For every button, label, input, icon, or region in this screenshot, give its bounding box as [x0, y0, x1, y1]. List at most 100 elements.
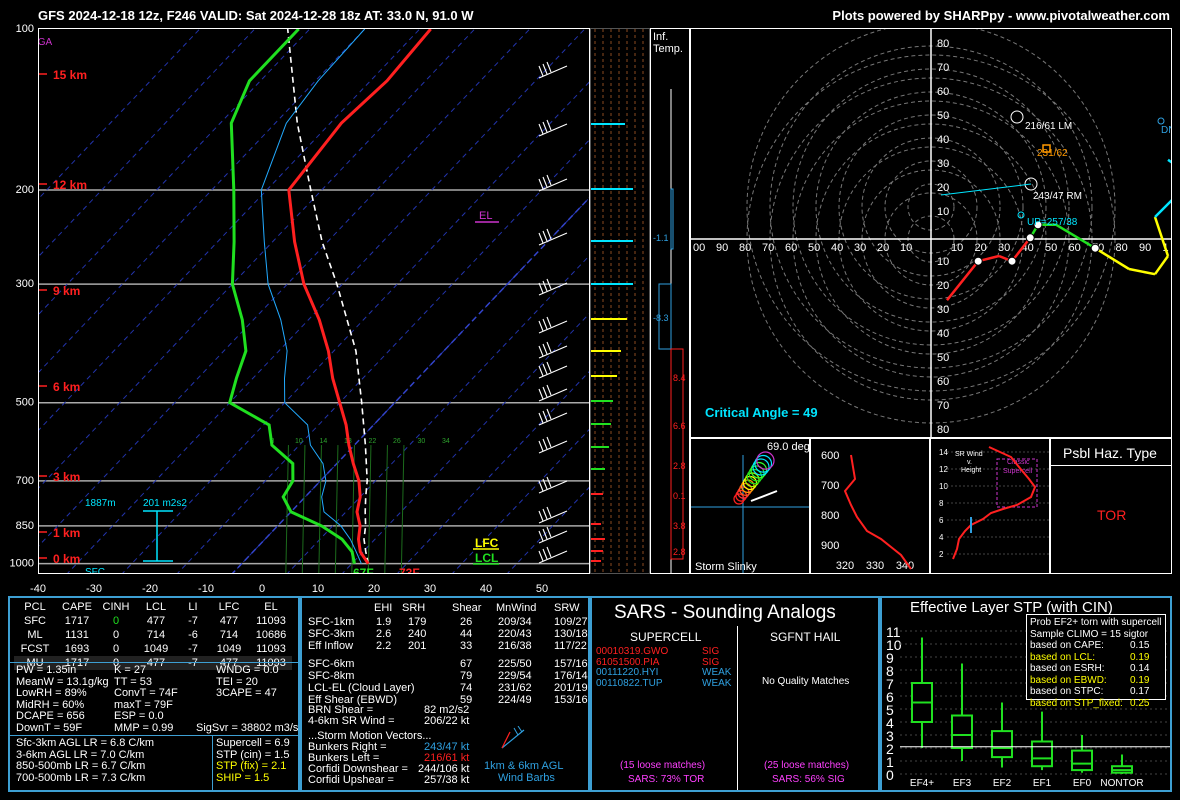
t-tick--40: -40	[30, 583, 46, 595]
hodo-rtick-1: 20	[975, 242, 987, 254]
hodo-segment	[1153, 255, 1170, 275]
sr46-value: 206/22 kt	[424, 715, 470, 727]
kin-cell: 117/22	[554, 640, 587, 652]
hodo-rtick-0: 10	[951, 242, 963, 254]
theta-trace	[843, 454, 912, 570]
hodo-mean-label: 231/62	[1037, 148, 1068, 159]
stp-legend-val: 0.17	[1130, 686, 1150, 697]
parcel-cell: -7	[188, 643, 198, 655]
kinematics-table: EHI SRH Shear MnWind SRW SFC-1km 1.9 179 26 209/3…	[302, 598, 588, 708]
kin-cell: 179	[408, 616, 427, 628]
parcel-header: CINH	[102, 601, 130, 613]
parcel-header: LCL	[145, 601, 167, 613]
stp-legend-title-1: Prob EF2+ torn with supercell	[1030, 617, 1162, 628]
inf-val-3: 6.6	[673, 421, 686, 431]
kin-row-label: Eff Inflow	[308, 640, 354, 652]
inf-val-2: 8.4	[673, 373, 686, 383]
p-tick-1000: 1000	[10, 558, 34, 570]
sars-hail-title: SGFNT HAIL	[770, 630, 841, 644]
stp-cat-0: EF4+	[910, 778, 934, 789]
theta-svg: 600700800900320 330 340	[821, 450, 914, 572]
sr-ytick-2: 2	[939, 550, 944, 559]
stp-legend-row: based on EBWD: 0.19	[1030, 675, 1162, 687]
kin-header: Shear	[452, 602, 482, 614]
hodo-btick-40: 40	[937, 328, 949, 340]
kin-cell: 74	[460, 682, 473, 694]
sars-match-type: SIG	[702, 646, 720, 657]
kin-cell: 209/34	[498, 616, 532, 628]
srwind-svg: 1412108642SR Windv.HeightClassicSupercel…	[939, 446, 1049, 560]
stp-legend-title-2: Sample CLIMO = 15 sigtor	[1030, 628, 1149, 640]
kin-cell: 224/49	[498, 694, 532, 706]
parcel-cell: -7	[188, 657, 198, 669]
comp-supercell: Supercell = 6.9	[216, 737, 290, 749]
sr-ytick-6: 6	[939, 516, 944, 525]
kin-row-label: SFC-1km	[308, 616, 355, 628]
parcel-cell: 10686	[255, 629, 287, 641]
stp-legend-row: based on ESRH: 0.14	[1030, 663, 1162, 675]
stp-iqr	[1071, 749, 1093, 772]
stp-ytick-11: 11	[886, 624, 901, 640]
parcel-cell: 1049	[216, 643, 242, 655]
stp-legend-key: based on CAPE:	[1030, 640, 1104, 651]
hodo-ytick-80: 80	[937, 38, 949, 50]
inf-val-6: 3.8	[673, 521, 686, 531]
theta-ytick-700: 700	[821, 480, 839, 492]
stp-cat-1: EF3	[953, 778, 972, 789]
kin-cell: 44	[460, 628, 473, 640]
kin-header: SRH	[402, 602, 426, 614]
theta-xtick-320: 320	[836, 560, 854, 572]
parcel-header: PCL	[24, 601, 46, 613]
stp-legend-val: 0.14	[1130, 663, 1150, 674]
hodo-lm-circle	[1010, 110, 1024, 124]
stp-legend-val: 0.25	[1130, 697, 1150, 709]
sr-supercell: Supercell	[1003, 468, 1033, 475]
hodo-ltick-7: 30	[854, 242, 866, 254]
stp-box-4	[1071, 735, 1093, 773]
stp-box-0	[911, 637, 933, 748]
hodo-km-marker	[1090, 243, 1100, 253]
sars-panel: SARS - Sounding Analogs SUPERCELL SGFNT …	[590, 596, 880, 792]
stp-legend-row: based on STPC: 0.17	[1030, 686, 1162, 698]
srwind-panel: 14 12 10 8 6 4 2 SR Wind v. Height Classic Supercel…	[930, 438, 1050, 574]
stp-legend-row: based on CAPE: 0.15	[1030, 640, 1162, 652]
idx-3cape: 3CAPE = 47	[216, 687, 277, 699]
stp-legend-val: 0.19	[1130, 651, 1150, 663]
idx-esp: ESP = 0.0	[114, 710, 164, 722]
t-tick-20: 20	[368, 583, 380, 595]
temp-label: Temp.	[653, 43, 683, 55]
kin-row-label: SFC-8km	[308, 670, 355, 682]
kin-cell: 240	[408, 628, 427, 640]
p-tick-850: 850	[16, 520, 34, 532]
hodo-ltick-5: 50	[808, 242, 820, 254]
lapse-0: Sfc-3km AGL LR = 6.8 C/km	[16, 737, 155, 749]
stp-legend-key: based on ESRH:	[1030, 663, 1105, 674]
parcel-cell: 11093	[256, 643, 286, 655]
t-tick-30: 30	[424, 583, 436, 595]
kin-cell: 130/18	[554, 628, 588, 640]
theta-ytick-800: 800	[821, 510, 839, 522]
p-tick-200: 200	[16, 184, 34, 196]
sars-match-name: 00111220.HYI	[596, 667, 659, 678]
hodo-btick-60: 60	[937, 376, 949, 388]
barb-icon	[501, 726, 525, 749]
kin-cell: 79	[460, 670, 473, 682]
stp-cat-3: EF1	[1033, 778, 1052, 789]
t-tick--30: -30	[86, 583, 102, 595]
kin-cell: 2.6	[376, 628, 392, 640]
hodo-ltick-8: 20	[877, 242, 889, 254]
kinematics-panel: EHI SRH Shear MnWind SRW SFC-1km 1.9 179 26 209/3…	[300, 596, 590, 792]
idx-convt: ConvT = 74F	[114, 687, 178, 699]
stp-legend-key: based on STP_fixed:	[1030, 697, 1123, 709]
stp-box-2	[991, 702, 1013, 768]
parcel-cell: -7	[188, 615, 198, 627]
inf-val-5: 0.1	[673, 491, 686, 501]
stp-legend-val: 0.15	[1130, 640, 1150, 651]
t-tick-40: 40	[480, 583, 492, 595]
sr-title-2: v.	[967, 459, 972, 466]
stp-iqr	[991, 730, 1013, 759]
parcel-cell: 0	[112, 643, 120, 655]
hodo-ytick-30: 30	[937, 158, 949, 170]
kin-header: MnWind	[496, 602, 537, 614]
hodo-ytick-50: 50	[937, 110, 949, 122]
